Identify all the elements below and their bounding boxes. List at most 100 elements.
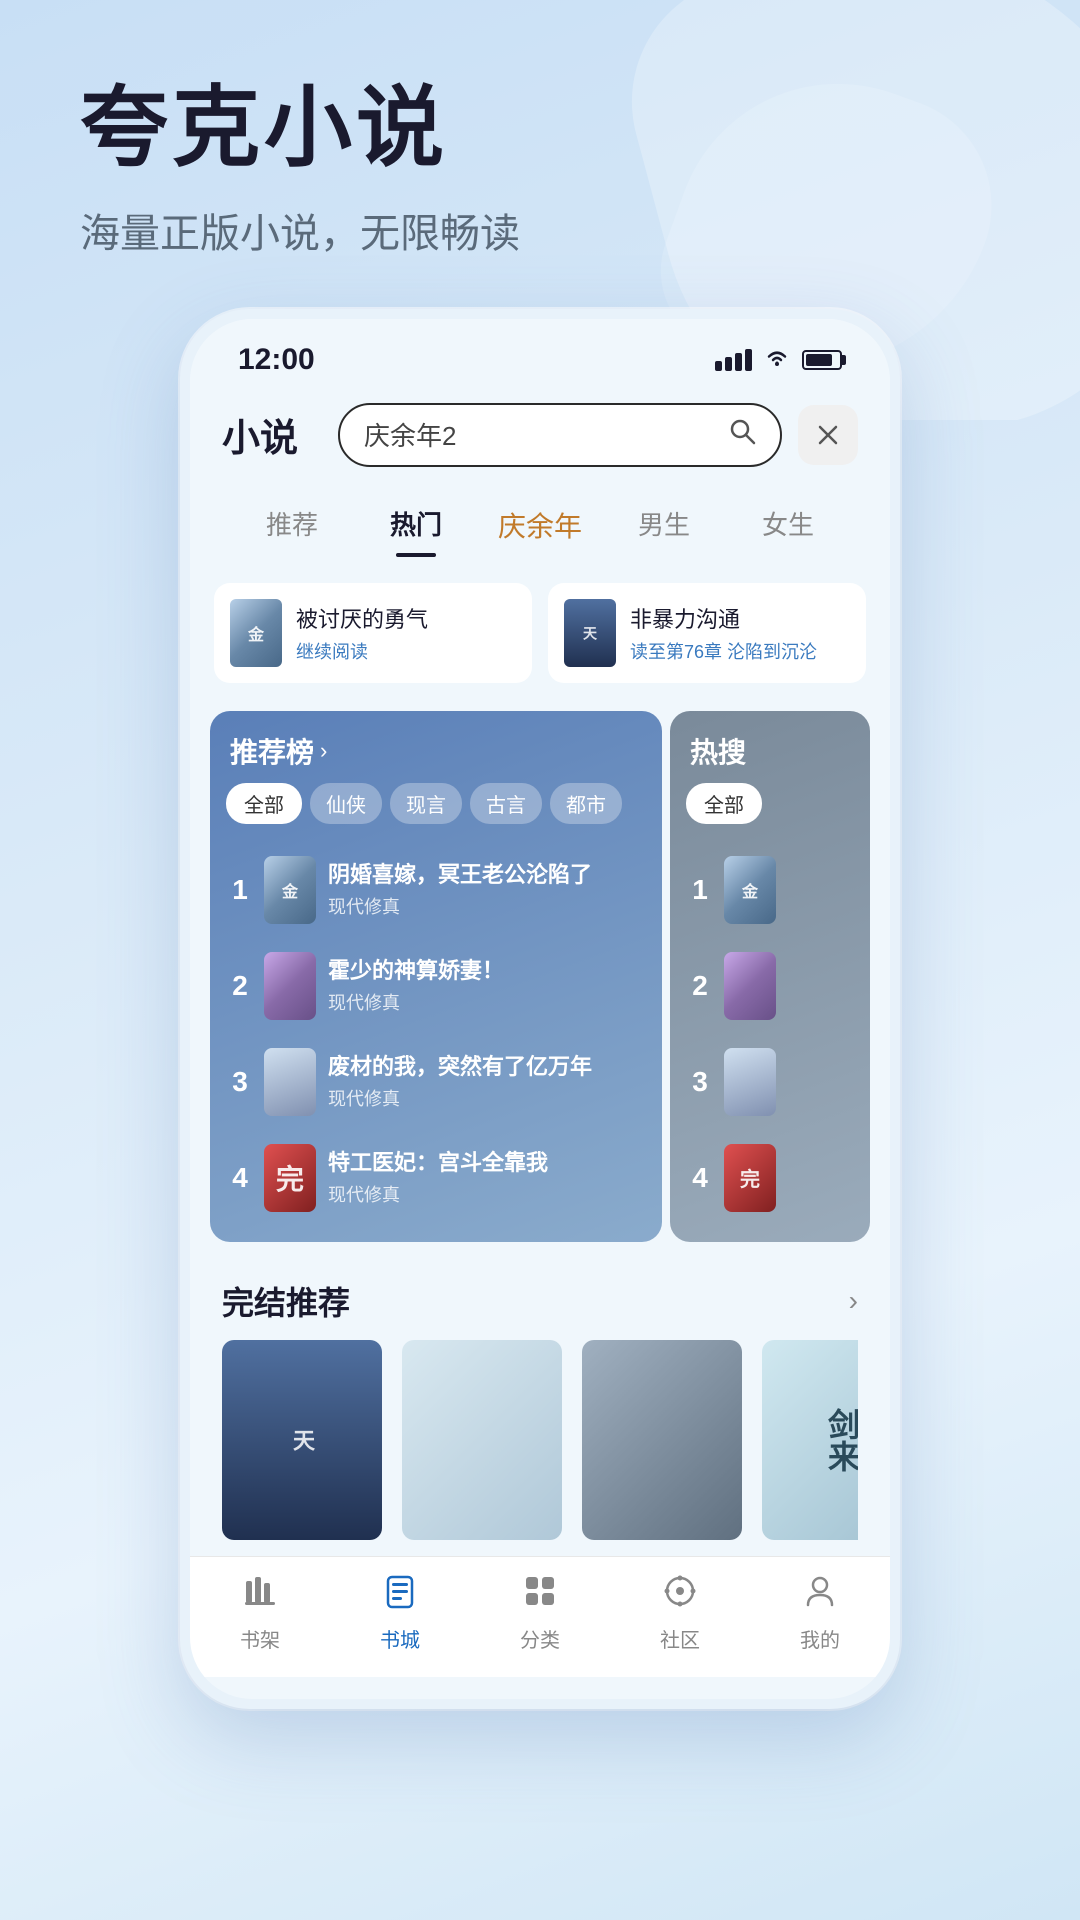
- tab-recommend[interactable]: 推荐: [230, 493, 354, 557]
- nav-item-bookshelf[interactable]: 书架: [190, 1569, 330, 1657]
- rank-cover-4: 完: [264, 1144, 316, 1212]
- completed-cover-2: [402, 1340, 562, 1540]
- hot-rank-num-2: 2: [688, 970, 712, 1002]
- completed-books-row: 天: [222, 1340, 858, 1540]
- rank-book-title-4: 特工医妃：宫斗全靠我: [328, 1149, 644, 1178]
- rank-info-1: 阴婚喜嫁，冥王老公沦陷了 现代修真: [328, 861, 644, 920]
- hot-rank-item-1[interactable]: 1 金: [680, 842, 860, 938]
- recent-info-1: 被讨厌的勇气 继续阅读: [296, 602, 516, 664]
- tab-female[interactable]: 女生: [726, 493, 850, 557]
- rank-filters: 全部 仙侠 现言 古言 都市: [210, 783, 662, 838]
- search-input-text: 庆余年2: [364, 416, 716, 453]
- hot-rank-num-1: 1: [688, 874, 712, 906]
- filter-guyan[interactable]: 古言: [470, 783, 542, 824]
- nav-label-community: 社区: [660, 1624, 700, 1653]
- tab-special[interactable]: 庆余年: [478, 493, 602, 557]
- rank-info-4: 特工医妃：宫斗全靠我 现代修真: [328, 1149, 644, 1208]
- app-tagline: 海量正版小说，无限畅读: [80, 201, 1020, 259]
- filter-xiandai[interactable]: 现言: [390, 783, 462, 824]
- signal-bars-icon: [715, 349, 752, 371]
- rank-book-title-3: 废材的我，突然有了亿万年: [328, 1053, 644, 1082]
- recent-title-1: 被讨厌的勇气: [296, 602, 516, 634]
- rank-filters-hot: 全部: [670, 783, 870, 838]
- filter-all[interactable]: 全部: [226, 783, 302, 824]
- wifi-icon: [764, 347, 790, 373]
- nav-item-community[interactable]: 社区: [610, 1569, 750, 1657]
- rank-item-2[interactable]: 2 霍少的神算娇妻！ 现代修真: [220, 938, 652, 1034]
- nav-item-bookstore[interactable]: 书城: [330, 1569, 470, 1657]
- hero-section: 夸克小说 海量正版小说，无限畅读: [0, 0, 1080, 259]
- rank-item-1[interactable]: 1 金 阴婚喜嫁，冥王老公沦陷了 现代修真: [220, 842, 652, 938]
- search-bar[interactable]: 庆余年2: [338, 403, 782, 467]
- phone-outer: 12:00: [180, 309, 900, 1709]
- recent-info-2: 非暴力沟通 读至第76章 沦陷到沉沦: [630, 602, 850, 664]
- completed-book-1[interactable]: 天: [222, 1340, 382, 1540]
- status-icons: [715, 347, 842, 373]
- filter-xianxia[interactable]: 仙侠: [310, 783, 382, 824]
- rank-cover-1: 金: [264, 856, 316, 924]
- rank-item-4[interactable]: 4 完 特工医妃：宫斗全靠我 现代修真: [220, 1130, 652, 1226]
- completed-arrow[interactable]: ›: [849, 1285, 858, 1317]
- hot-rank-item-4[interactable]: 4 完: [680, 1130, 860, 1226]
- rank-book-title-2: 霍少的神算娇妻！: [328, 957, 644, 986]
- rank-num-3: 3: [228, 1066, 252, 1098]
- completed-cover-4: 剑来: [762, 1340, 858, 1540]
- hot-cover-4: 完: [724, 1144, 776, 1212]
- rank-book-tag-4: 现代修真: [328, 1181, 644, 1207]
- rank-book-title-1: 阴婚喜嫁，冥王老公沦陷了: [328, 861, 644, 890]
- category-icon: [522, 1573, 558, 1618]
- rank-header-hot: 热搜: [670, 711, 870, 783]
- completed-book-2[interactable]: [402, 1340, 562, 1540]
- rank-info-3: 废材的我，突然有了亿万年 现代修真: [328, 1053, 644, 1112]
- hot-cover-3: [724, 1048, 776, 1116]
- recent-title-2: 非暴力沟通: [630, 602, 850, 634]
- recent-card-1[interactable]: 金 被讨厌的勇气 继续阅读: [214, 583, 532, 683]
- header-title: 小说: [222, 407, 322, 462]
- app-header: 小说 庆余年2: [190, 387, 890, 483]
- rank-num-4: 4: [228, 1162, 252, 1194]
- phone-wrapper: 12:00: [0, 309, 1080, 1709]
- nav-label-category: 分类: [520, 1624, 560, 1653]
- profile-icon: [802, 1573, 838, 1618]
- ranking-area: 推荐榜 › 全部 仙侠 现言 古言 都市 1: [206, 707, 874, 1246]
- tab-hot[interactable]: 热门: [354, 493, 478, 557]
- rank-cover-2: [264, 952, 316, 1020]
- completed-title: 完结推荐: [222, 1278, 350, 1324]
- hot-cover-2: [724, 952, 776, 1020]
- completed-book-4[interactable]: 剑来: [762, 1340, 858, 1540]
- rank-book-tag-1: 现代修真: [328, 893, 644, 919]
- completed-section: 完结推荐 › 天: [190, 1254, 890, 1556]
- completed-header: 完结推荐 ›: [222, 1278, 858, 1324]
- status-bar: 12:00: [190, 319, 890, 387]
- rank-arrow-recommended[interactable]: ›: [320, 738, 327, 764]
- rank-panel-recommended: 推荐榜 › 全部 仙侠 现言 古言 都市 1: [210, 711, 662, 1242]
- rank-title-hot: 热搜: [690, 731, 746, 771]
- close-button[interactable]: [798, 405, 858, 465]
- tab-male[interactable]: 男生: [602, 493, 726, 557]
- status-time: 12:00: [238, 343, 315, 377]
- rank-list-recommended: 1 金 阴婚喜嫁，冥王老公沦陷了 现代修真 2: [210, 838, 662, 1242]
- completed-cover-3: [582, 1340, 742, 1540]
- rank-title-recommended: 推荐榜: [230, 731, 314, 771]
- phone-inner: 12:00: [190, 319, 890, 1699]
- rank-book-tag-2: 现代修真: [328, 989, 644, 1015]
- filter-dushi[interactable]: 都市: [550, 783, 622, 824]
- recent-action-2: 读至第76章 沦陷到沉沦: [630, 638, 850, 664]
- hot-rank-num-4: 4: [688, 1162, 712, 1194]
- completed-book-3[interactable]: [582, 1340, 742, 1540]
- rank-book-tag-3: 现代修真: [328, 1085, 644, 1111]
- nav-label-bookstore: 书城: [380, 1624, 420, 1653]
- nav-item-profile[interactable]: 我的: [750, 1569, 890, 1657]
- completed-cover-1: 天: [222, 1340, 382, 1540]
- hot-filter-all[interactable]: 全部: [686, 783, 762, 824]
- hot-rank-item-3[interactable]: 3: [680, 1034, 860, 1130]
- hot-rank-item-2[interactable]: 2: [680, 938, 860, 1034]
- search-icon[interactable]: [728, 417, 756, 452]
- rank-item-3[interactable]: 3 废材的我，突然有了亿万年 现代修真: [220, 1034, 652, 1130]
- recent-action-1: 继续阅读: [296, 638, 516, 664]
- rank-num-2: 2: [228, 970, 252, 1002]
- rank-panel-hot: 热搜 全部 1 金 2: [670, 711, 870, 1242]
- hot-rank-list: 1 金 2 3: [670, 838, 870, 1242]
- recent-card-2[interactable]: 天 非暴力沟通 读至第76章 沦陷到沉沦: [548, 583, 866, 683]
- nav-item-category[interactable]: 分类: [470, 1569, 610, 1657]
